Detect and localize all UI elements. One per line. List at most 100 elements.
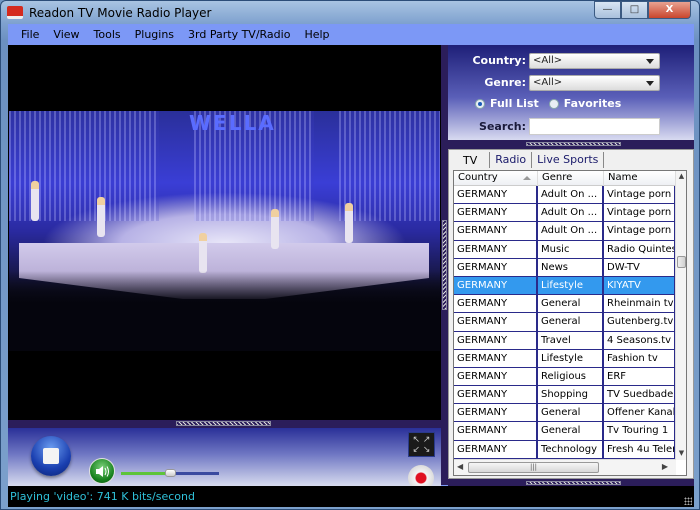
table-row[interactable]: GERMANY News DW-TV [454,258,676,277]
volume-slider[interactable] [121,469,219,477]
menu-plugins[interactable]: Plugins [128,24,181,45]
stop-button[interactable] [31,436,71,476]
horizontal-scroll-thumb[interactable]: ||| [468,462,599,473]
scroll-right-icon[interactable]: ▶ [662,462,668,471]
performer [199,233,207,273]
search-input[interactable] [529,118,660,135]
column-header-genre[interactable]: Genre [538,171,604,186]
menu-bar: File View Tools Plugins 3rd Party TV/Rad… [8,24,694,45]
cell-genre: Adult On ... [538,186,604,204]
cell-country: GERMANY [454,367,538,386]
cell-genre: Travel [538,331,604,349]
column-header-country[interactable]: Country [454,171,538,186]
volume-slider-fill [121,472,170,475]
genre-select-value: <All> [533,77,563,88]
favorites-radio[interactable] [548,98,559,109]
panel-splitter[interactable] [441,45,448,485]
video-frame: WELLA [9,111,440,351]
table-row[interactable]: GERMANY General Offener Kanal [454,404,676,423]
menu-tools[interactable]: Tools [87,24,128,45]
vertical-scrollbar[interactable]: ▲ ▼ [675,171,686,460]
volume-slider-thumb[interactable] [165,469,176,477]
fullscreen-button[interactable]: ↖ ↗ ↙ ↘ [408,432,435,457]
tab-bar: TV Radio Live Sports [453,152,605,168]
splitter-grip[interactable] [176,421,271,426]
country-select[interactable]: <All> [529,53,660,69]
menu-3rd-party[interactable]: 3rd Party TV/Radio [181,24,297,45]
column-header-label: Name [608,172,638,183]
app-window: Readon TV Movie Radio Player — □ X File … [0,0,700,510]
cell-country: GERMANY [454,240,538,258]
performer [97,197,105,237]
cell-genre: Shopping [538,386,604,404]
splitter-grip[interactable] [526,481,621,485]
cell-genre: Adult On ... [538,222,604,240]
performer [31,181,39,221]
scroll-up-icon[interactable]: ▲ [677,172,686,182]
horizontal-scrollbar[interactable]: ◀ ||| ▶ [454,459,676,475]
volume-button[interactable] [89,458,115,484]
column-header-label: Genre [542,172,573,183]
column-header-label: Country [458,172,498,183]
status-bar: Playing 'video': 741 K bits/second [8,486,694,507]
table-row[interactable]: GERMANY Music Radio Quintess [454,240,676,259]
table-row[interactable]: GERMANY General Rheinmain tv [454,295,676,314]
cell-country: GERMANY [454,440,538,458]
scroll-down-icon[interactable]: ▼ [677,449,686,459]
video-logo-text: WELLA [189,111,276,135]
full-list-label[interactable]: Full List [490,97,539,110]
table-row[interactable]: GERMANY Adult On ... Vintage porn - [454,204,676,223]
cell-country: GERMANY [454,222,538,240]
minimize-button[interactable]: — [594,1,621,19]
menu-help[interactable]: Help [297,24,336,45]
table-row[interactable]: GERMANY Technology Fresh 4u Teler [454,440,676,459]
splitter-grip[interactable] [442,220,447,310]
table-row[interactable]: GERMANY Shopping TV Suedbaden [454,386,676,405]
video-player[interactable]: WELLA [8,45,441,428]
close-button[interactable]: X [648,1,691,19]
splitter-grip[interactable] [526,142,621,146]
table-row[interactable]: GERMANY Adult On ... Vintage porn - [454,186,676,205]
speaker-icon [96,466,109,477]
cell-name: Gutenberg.tv [604,313,676,331]
cell-genre: Religious [538,367,604,386]
tab-radio[interactable]: Radio [490,152,533,168]
cell-name: Vintage porn - [604,186,676,204]
table-row[interactable]: GERMANY General Gutenberg.tv [454,313,676,332]
cell-name: DW-TV [604,258,676,276]
table-row[interactable]: GERMANY Religious ERF [454,367,676,387]
video-controls-splitter[interactable] [8,420,441,428]
table-row[interactable]: GERMANY Lifestyle Fashion tv [454,349,676,368]
cell-name: ERF [604,367,676,386]
title-bar[interactable]: Readon TV Movie Radio Player — □ X [1,1,699,24]
menu-view[interactable]: View [46,24,86,45]
cell-name: Fresh 4u Teler [604,440,676,458]
resize-grip-icon[interactable] [684,497,692,505]
scroll-left-icon[interactable]: ◀ [457,462,463,471]
table-header: Country Genre Name [454,171,676,186]
vertical-scroll-thumb[interactable] [677,256,686,268]
favorites-label[interactable]: Favorites [564,97,621,110]
column-header-name[interactable]: Name [604,171,676,186]
full-list-radio[interactable] [475,98,485,109]
cell-country: GERMANY [454,404,538,422]
cell-name: Offener Kanal [604,404,676,422]
tab-live-sports[interactable]: Live Sports [532,152,605,168]
maximize-button[interactable]: □ [621,1,648,19]
cell-name: 4 Seasons.tv [604,331,676,349]
cell-name: Tv Touring 1 [604,422,676,440]
table-row[interactable]: GERMANY Travel 4 Seasons.tv [454,331,676,350]
cell-genre: Lifestyle [538,276,604,295]
tab-tv[interactable]: TV [453,152,491,168]
cell-genre: General [538,422,604,440]
table-row[interactable]: GERMANY General Tv Touring 1 [454,422,676,441]
cell-name: Vintage porn - [604,204,676,222]
table-row[interactable]: GERMANY Lifestyle KIYATV [454,276,676,296]
menu-file[interactable]: File [14,24,46,45]
performer [271,209,279,249]
channel-panel: Country: <All> Genre: <All> Full List Fa… [448,45,694,486]
table-row[interactable]: GERMANY Adult On ... Vintage porn - [454,222,676,241]
cell-genre: Music [538,240,604,258]
genre-select[interactable]: <All> [529,75,660,91]
channel-table: Country Genre Name GERMANY Adult On ... Vi… [453,170,687,476]
